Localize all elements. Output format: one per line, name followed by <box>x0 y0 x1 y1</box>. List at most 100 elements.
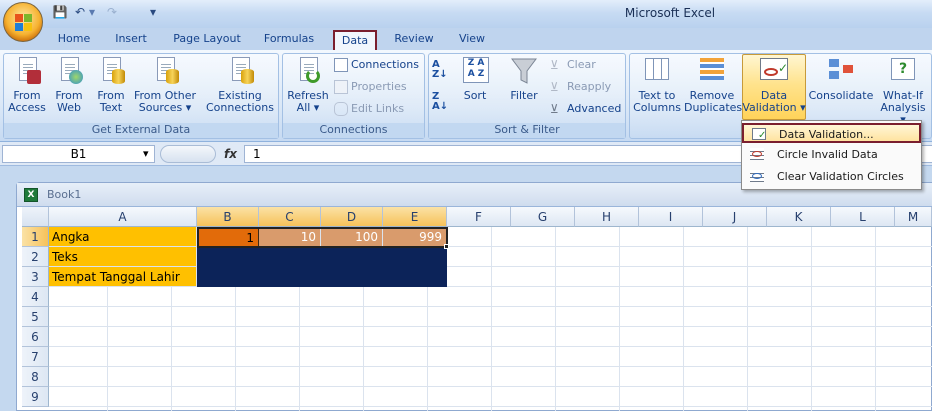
group-label: Get External Data <box>4 123 278 138</box>
button-label: Clear <box>567 58 596 71</box>
edit-links-button[interactable]: Edit Links <box>334 99 424 119</box>
consolidate-icon <box>827 56 855 86</box>
cell-e1[interactable]: 999 <box>383 227 447 247</box>
row-header-6[interactable]: 6 <box>22 327 49 347</box>
app-title: Microsoft Excel <box>624 6 716 20</box>
from-text-button[interactable]: From Text <box>92 56 130 120</box>
text-to-columns-icon <box>643 56 671 86</box>
text-file-icon <box>97 56 125 86</box>
refresh-icon <box>294 56 322 86</box>
row-header-2[interactable]: 2 <box>22 247 49 267</box>
cell-a3[interactable]: Tempat Tanggal Lahir <box>49 267 197 287</box>
fill-handle[interactable] <box>444 244 449 249</box>
filter-button[interactable]: Filter <box>504 56 544 120</box>
from-other-sources-button[interactable]: From Other Sources ▾ <box>132 56 198 120</box>
button-label: Properties <box>351 80 407 93</box>
text-to-columns-button[interactable]: Text to Columns <box>633 56 681 120</box>
menu-item-label: Circle Invalid Data <box>777 148 878 161</box>
cell-b1[interactable]: 1 <box>197 227 259 247</box>
properties-button[interactable]: Properties <box>334 77 424 97</box>
button-label: Sources ▾ <box>138 101 192 114</box>
connections-button[interactable]: Connections <box>334 55 424 75</box>
clear-filter-button[interactable]: ⊻ Clear <box>550 55 624 75</box>
spreadsheet-grid[interactable]: A B C D E F G H I J K L M 1 2 3 4 5 6 7 … <box>22 207 932 411</box>
data-validation-icon: ✓ <box>760 56 788 86</box>
save-icon[interactable]: 💾 <box>52 5 68 20</box>
access-icon <box>13 56 41 86</box>
reapply-icon: ⊻ <box>550 80 559 94</box>
insert-function-icon[interactable]: fx <box>224 145 244 163</box>
tab-home[interactable]: Home <box>50 30 98 50</box>
group-label: Sort & Filter <box>429 123 625 138</box>
column-header-m[interactable]: M <box>895 207 932 227</box>
dark-filled-range[interactable] <box>197 247 447 287</box>
advanced-filter-button[interactable]: ⊻ Advanced <box>550 99 624 119</box>
tab-data[interactable]: Data <box>333 30 377 50</box>
reapply-button[interactable]: ⊻ Reapply <box>550 77 624 97</box>
column-header-d[interactable]: D <box>321 207 383 227</box>
tab-formulas[interactable]: Formulas <box>257 30 321 50</box>
sort-dialog-icon: Z AA Z <box>461 56 489 86</box>
formula-bar-toggle[interactable] <box>160 145 216 163</box>
office-logo-icon <box>15 14 33 32</box>
column-header-i[interactable]: I <box>639 207 703 227</box>
row-header-4[interactable]: 4 <box>22 287 49 307</box>
advanced-filter-icon: ⊻ <box>550 102 559 116</box>
existing-connections-button[interactable]: Existing Connections <box>204 56 276 120</box>
select-all-corner[interactable] <box>22 207 49 227</box>
cell-a1[interactable]: Angka <box>49 227 197 247</box>
button-label: Filter <box>510 89 538 102</box>
column-header-l[interactable]: L <box>831 207 895 227</box>
tab-view[interactable]: View <box>450 30 494 50</box>
row-header-8[interactable]: 8 <box>22 367 49 387</box>
connections-db-icon <box>226 56 254 86</box>
column-header-c[interactable]: C <box>259 207 321 227</box>
button-label: Connections <box>351 58 419 71</box>
cell-a2[interactable]: Teks <box>49 247 197 267</box>
column-header-k[interactable]: K <box>767 207 831 227</box>
sort-a-to-z-icon[interactable]: A Z↓ <box>432 60 452 82</box>
row-header-3[interactable]: 3 <box>22 267 49 287</box>
tab-review[interactable]: Review <box>388 30 440 50</box>
undo-dropdown-icon[interactable]: ▾ <box>84 5 100 20</box>
customize-qat-icon[interactable]: ▾ <box>145 5 161 20</box>
row-header-7[interactable]: 7 <box>22 347 49 367</box>
cell-d1[interactable]: 100 <box>321 227 383 247</box>
link-icon <box>334 102 348 116</box>
row-header-1[interactable]: 1 <box>22 227 49 247</box>
column-header-j[interactable]: J <box>703 207 767 227</box>
menu-item-circle-invalid-data[interactable]: Circle Invalid Data <box>742 145 921 165</box>
what-if-analysis-button[interactable]: ? What-If Analysis ▾ <box>876 56 930 126</box>
redo-icon[interactable]: ↷ <box>104 5 120 20</box>
menu-item-label: Clear Validation Circles <box>777 170 904 183</box>
from-access-button[interactable]: From Access <box>6 56 48 120</box>
name-box-dropdown-icon[interactable]: ▾ <box>143 147 149 160</box>
refresh-all-button[interactable]: Refresh All ▾ <box>286 56 330 120</box>
name-box[interactable]: B1 <box>2 145 155 163</box>
column-header-f[interactable]: F <box>447 207 511 227</box>
column-header-b[interactable]: B <box>197 207 259 227</box>
tab-page-layout[interactable]: Page Layout <box>168 30 246 50</box>
office-button[interactable] <box>3 2 43 42</box>
button-label: Advanced <box>567 102 622 115</box>
row-header-9[interactable]: 9 <box>22 387 49 407</box>
remove-duplicates-button[interactable]: Remove Duplicates <box>684 56 742 120</box>
menu-item-clear-validation-circles[interactable]: Clear Validation Circles <box>742 167 921 187</box>
cell-c1[interactable]: 10 <box>259 227 321 247</box>
data-validation-button[interactable]: ✓ Data Validation ▾ <box>742 56 806 120</box>
clear-circles-icon <box>750 170 766 184</box>
column-header-h[interactable]: H <box>575 207 639 227</box>
column-header-g[interactable]: G <box>511 207 575 227</box>
sort-z-to-a-icon[interactable]: Z A↓ <box>432 92 452 114</box>
group-label: Connections <box>283 123 424 138</box>
sort-button[interactable]: Z AA Z Sort <box>456 56 494 120</box>
column-header-a[interactable]: A <box>49 207 197 227</box>
data-validation-menu: ✓ Data Validation... Circle Invalid Data… <box>741 120 922 190</box>
consolidate-button[interactable]: Consolidate <box>808 56 874 120</box>
tab-insert[interactable]: Insert <box>106 30 156 50</box>
menu-item-data-validation[interactable]: ✓ Data Validation... <box>742 123 921 143</box>
from-web-button[interactable]: From Web <box>50 56 88 120</box>
row-header-5[interactable]: 5 <box>22 307 49 327</box>
column-header-e[interactable]: E <box>383 207 447 227</box>
what-if-icon: ? <box>889 56 917 86</box>
